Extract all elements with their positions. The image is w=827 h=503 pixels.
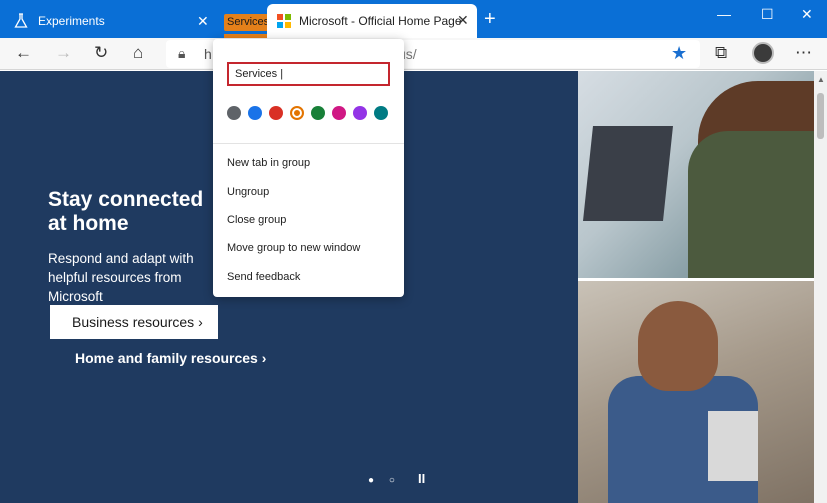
chevron-right-icon: › — [261, 350, 267, 366]
menu-item-move-group-new-window[interactable]: Move group to new window — [227, 242, 360, 254]
more-options-icon[interactable]: ⋯ — [795, 43, 812, 63]
forward-button[interactable]: → — [55, 43, 72, 63]
carousel-dots[interactable]: ● ○ — [368, 475, 401, 486]
tab-microsoft-home-label: Microsoft - Official Home Page — [299, 14, 462, 28]
tab-experiments[interactable]: Experiments ✕ — [0, 4, 216, 38]
url-text-start: h — [204, 46, 212, 62]
menu-item-ungroup[interactable]: Ungroup — [227, 186, 269, 198]
color-swatch[interactable] — [248, 106, 262, 120]
page-scrollbar[interactable]: ▲ — [814, 71, 827, 503]
new-tab-button[interactable]: + — [484, 9, 496, 29]
man-on-phone-photo — [578, 281, 814, 503]
menu-item-new-tab-in-group[interactable]: New tab in group — [227, 157, 310, 169]
browser-toolbar: ← → ↻ ⌂ 🔒︎ h us/ ★ ⧉ ⋯ — [0, 38, 827, 70]
color-swatch[interactable] — [227, 106, 241, 120]
profile-avatar[interactable] — [752, 42, 774, 64]
divider — [213, 143, 404, 144]
hero-description: Respond and adapt with helpful resources… — [48, 251, 194, 304]
hero-photos — [578, 71, 814, 503]
microsoft-logo-icon — [277, 14, 291, 28]
home-button[interactable]: ⌂ — [133, 43, 143, 63]
tab-experiments-label: Experiments — [38, 14, 105, 28]
minimize-button[interactable]: — — [717, 6, 731, 22]
home-family-resources-label: Home and family resources — [75, 350, 258, 366]
flask-icon — [14, 13, 28, 28]
scroll-up-icon[interactable]: ▲ — [817, 75, 825, 84]
refresh-button[interactable]: ↻ — [94, 43, 108, 63]
menu-item-close-group[interactable]: Close group — [227, 214, 286, 226]
business-resources-button[interactable]: Business resources › — [50, 305, 218, 339]
tab-microsoft-home[interactable]: Microsoft - Official Home Page ✕ — [267, 4, 477, 38]
collections-icon[interactable]: ⧉ — [715, 43, 727, 63]
video-call-photo — [578, 71, 814, 278]
color-swatch[interactable] — [311, 106, 325, 120]
color-swatch[interactable] — [290, 106, 304, 120]
group-color-picker — [227, 106, 397, 122]
color-swatch[interactable] — [353, 106, 367, 120]
chevron-right-icon: › — [198, 314, 203, 330]
tab-group-popup: Services | New tab in group Ungroup Clos… — [213, 39, 404, 297]
favorite-star-icon[interactable]: ★ — [671, 43, 687, 64]
tab-strip: Experiments ✕ Services Microsoft - Offic… — [0, 0, 827, 38]
scrollbar-thumb[interactable] — [817, 93, 824, 139]
close-tab-icon[interactable]: ✕ — [457, 12, 469, 29]
color-swatch[interactable] — [374, 106, 388, 120]
tab-group-label[interactable]: Services — [224, 14, 273, 31]
group-name-input[interactable]: Services | — [227, 62, 390, 86]
close-window-button[interactable]: ✕ — [801, 6, 813, 23]
back-button[interactable]: ← — [15, 43, 32, 63]
color-swatch[interactable] — [269, 106, 283, 120]
carousel-pause-button[interactable]: II — [418, 471, 425, 486]
business-resources-label: Business resources — [72, 314, 195, 330]
menu-item-send-feedback[interactable]: Send feedback — [227, 271, 300, 283]
hero-heading: Stay connected at home — [48, 188, 204, 235]
lock-icon: 🔒︎ — [178, 45, 186, 61]
color-swatch[interactable] — [332, 106, 346, 120]
close-tab-icon[interactable]: ✕ — [197, 13, 209, 30]
maximize-button[interactable]: ☐ — [761, 6, 774, 23]
home-family-resources-link[interactable]: Home and family resources › — [75, 350, 266, 366]
